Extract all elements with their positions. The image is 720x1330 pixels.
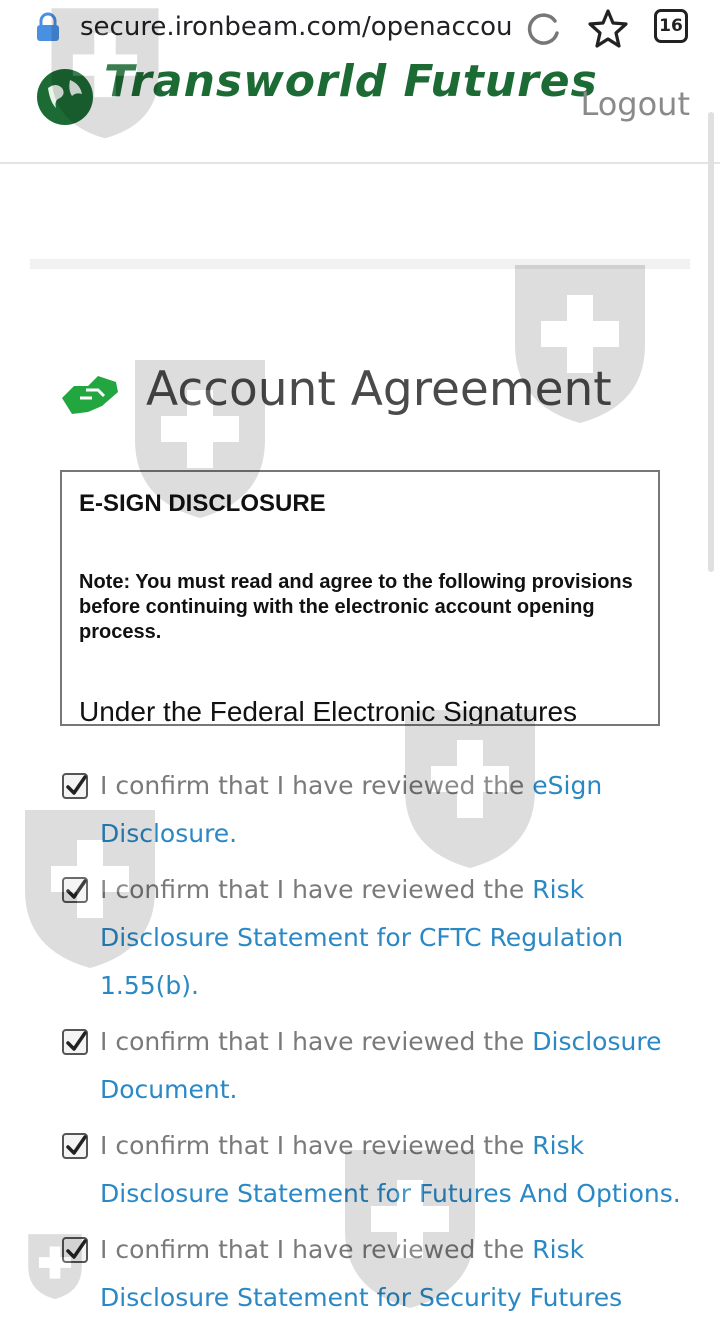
page-title: Account Agreement xyxy=(146,362,612,417)
confirm-item-security-futures: I confirm that I have reviewed the Risk … xyxy=(60,1226,700,1322)
disclosure-document-checkbox[interactable] xyxy=(62,1029,88,1055)
globe-logo-icon xyxy=(37,69,93,125)
tab-count-button[interactable]: 16 xyxy=(654,9,688,43)
lock-icon xyxy=(37,12,59,41)
confirm-text: I confirm that I have reviewed the xyxy=(100,771,533,800)
page-scrollbar[interactable] xyxy=(708,112,714,572)
futures-options-checkbox[interactable] xyxy=(62,1133,88,1159)
browser-url-bar: secure.ironbeam.com/openaccou 16 xyxy=(0,0,720,58)
url-text[interactable]: secure.ironbeam.com/openaccou xyxy=(80,12,513,42)
confirmation-list: I confirm that I have reviewed the eSign… xyxy=(60,762,700,1330)
bookmark-star-icon[interactable] xyxy=(586,6,630,50)
disclosure-heading: E-SIGN DISCLOSURE xyxy=(79,490,326,517)
disclosure-note: Note: You must read and agree to the fol… xyxy=(79,571,633,643)
confirm-item-futures-options: I confirm that I have reviewed the Risk … xyxy=(60,1122,700,1218)
logout-link[interactable]: Logout xyxy=(580,85,690,123)
disclosure-paragraph: Under the Federal Electronic Signatures xyxy=(79,696,578,726)
confirm-text: I confirm that I have reviewed the xyxy=(100,1235,533,1264)
section-divider xyxy=(30,259,690,269)
site-header: Transworld Futures Logout xyxy=(0,58,720,164)
cftc-checkbox[interactable] xyxy=(62,877,88,903)
esign-disclosure-box[interactable]: E-SIGN DISCLOSURE Note: You must read an… xyxy=(60,470,660,726)
confirm-text: I confirm that I have reviewed the xyxy=(100,1131,533,1160)
confirm-item-disclosure-document: I confirm that I have reviewed the Discl… xyxy=(60,1018,700,1114)
confirm-text: I confirm that I have reviewed the xyxy=(100,875,533,904)
confirm-item-cftc: I confirm that I have reviewed the Risk … xyxy=(60,866,700,1010)
handshake-icon xyxy=(62,376,118,414)
security-futures-checkbox[interactable] xyxy=(62,1237,88,1263)
reload-icon[interactable] xyxy=(524,9,564,49)
confirm-item-esign: I confirm that I have reviewed the eSign… xyxy=(60,762,700,858)
confirm-text: I confirm that I have reviewed the xyxy=(100,1027,533,1056)
brand-logo-text[interactable]: Transworld Futures xyxy=(104,58,598,107)
esign-checkbox[interactable] xyxy=(62,773,88,799)
